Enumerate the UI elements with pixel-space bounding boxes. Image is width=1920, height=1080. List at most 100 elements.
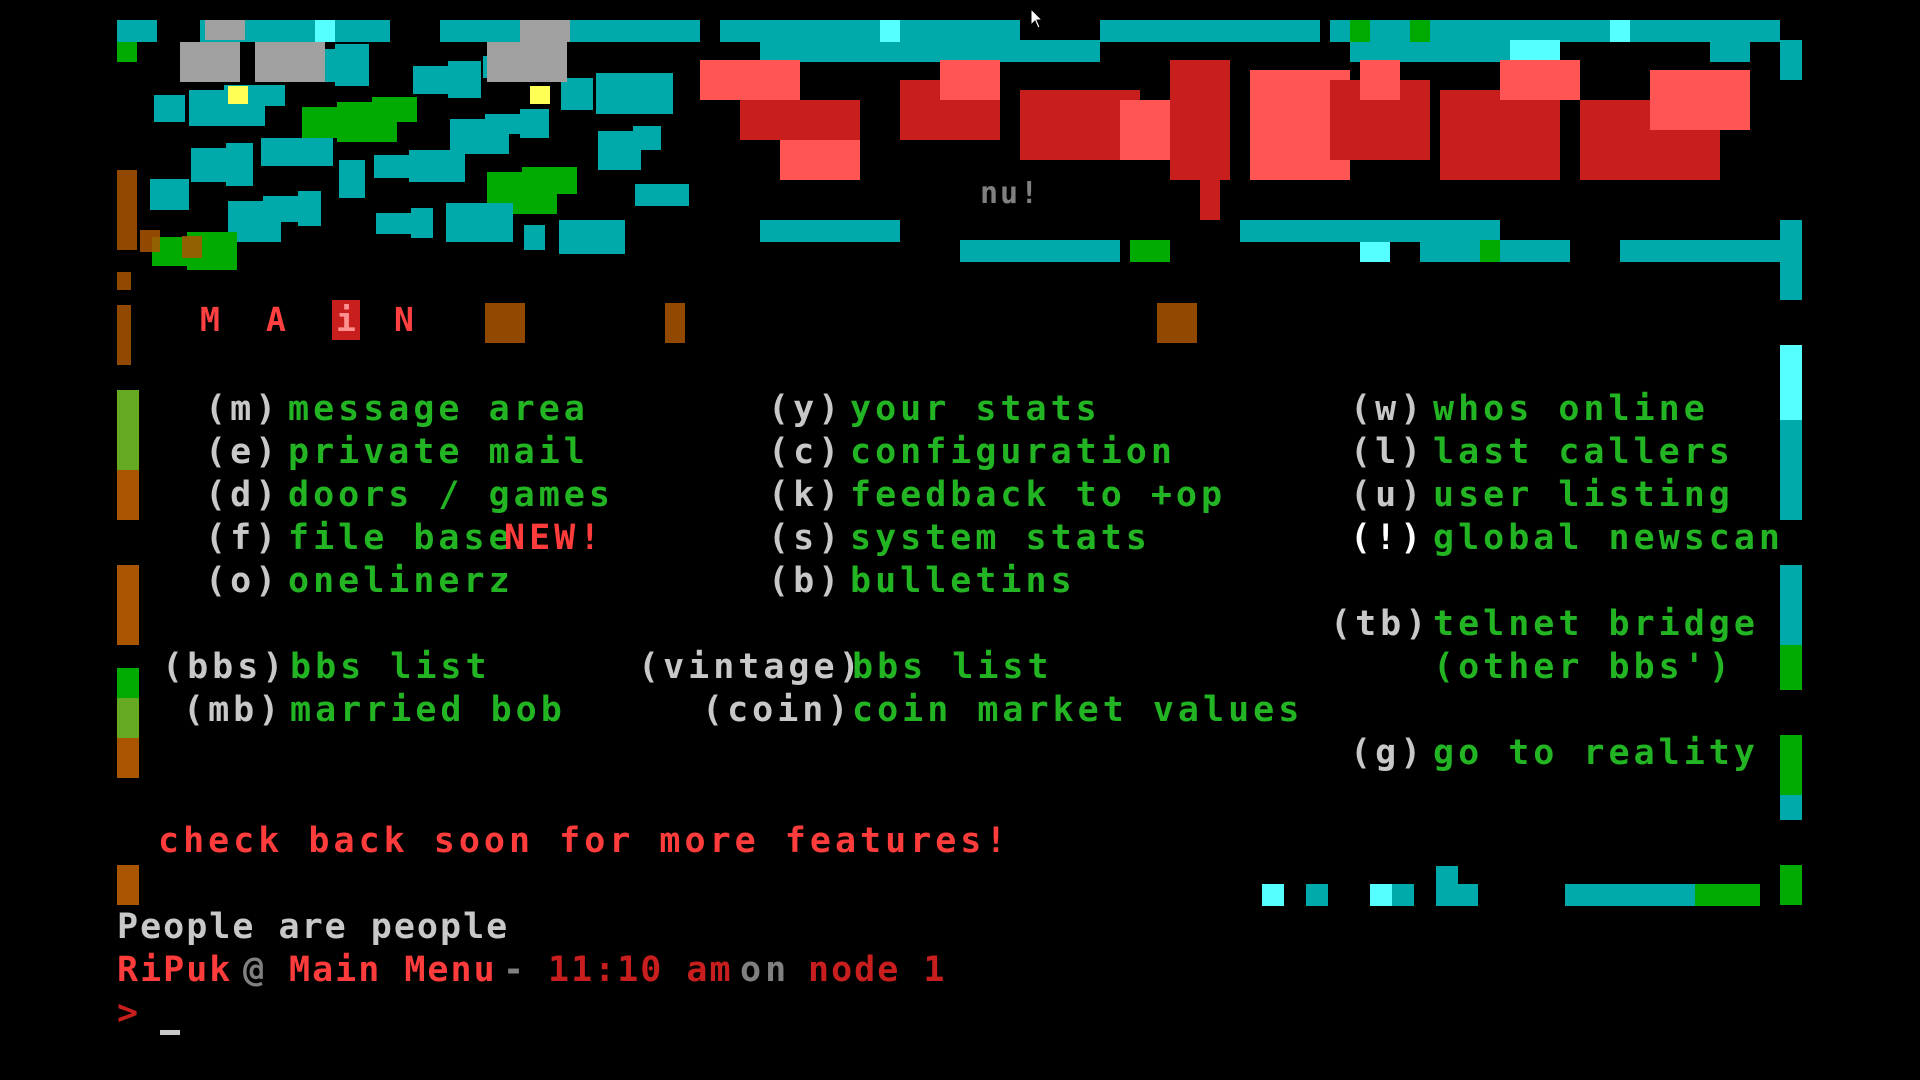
art-block — [1780, 795, 1802, 820]
art-block — [640, 20, 700, 42]
art-block — [1306, 884, 1328, 906]
art-block — [117, 565, 139, 645]
art-block — [1350, 20, 1370, 42]
art-block — [205, 20, 245, 40]
quote-line: People are people — [117, 907, 510, 947]
art-block — [1695, 884, 1760, 906]
art-block — [446, 203, 513, 242]
art-block — [180, 42, 240, 82]
art-block — [1456, 884, 1478, 906]
art-block — [524, 225, 545, 250]
art-block — [940, 60, 1000, 100]
art-block — [228, 86, 248, 104]
art-block — [1780, 565, 1802, 645]
art-block — [117, 42, 137, 62]
art-block — [1440, 90, 1560, 180]
art-block — [520, 109, 549, 138]
art-block — [559, 220, 625, 254]
art-block — [376, 213, 413, 234]
art-block — [1780, 345, 1802, 420]
art-block — [140, 230, 160, 252]
main-label-n: N — [394, 300, 414, 339]
art-block — [315, 20, 335, 42]
status-node: node 1 — [808, 950, 947, 990]
art-block — [780, 140, 860, 180]
art-block — [298, 191, 321, 226]
art-block — [117, 305, 131, 365]
art-block — [1510, 40, 1560, 62]
main-label-i: i — [332, 300, 360, 340]
art-block — [372, 97, 417, 122]
art-block — [150, 179, 189, 210]
art-block — [1100, 20, 1320, 42]
art-block — [154, 95, 185, 122]
art-block — [1780, 735, 1802, 795]
art-block — [226, 143, 253, 186]
art-block — [596, 73, 673, 114]
main-label-m: M — [200, 300, 220, 339]
art-block — [1780, 40, 1802, 80]
art-block — [1060, 240, 1120, 262]
art-block — [1650, 70, 1750, 130]
art-block — [520, 20, 570, 42]
art-block — [522, 167, 577, 194]
art-block — [117, 272, 131, 290]
art-block — [261, 138, 333, 166]
art-block — [740, 100, 860, 140]
art-tag: nu! — [980, 176, 1041, 211]
art-block — [1565, 884, 1695, 906]
status-location: Main Menu — [289, 950, 497, 990]
art-block — [409, 150, 465, 182]
text-cursor[interactable] — [160, 1030, 180, 1035]
art-block — [530, 86, 550, 104]
art-block — [760, 220, 900, 242]
art-block — [700, 60, 800, 100]
art-block — [1262, 884, 1284, 906]
status-time: 11:10 am — [548, 950, 733, 990]
telnet-bridge-sub: (other bbs') — [1433, 647, 1734, 687]
prompt-symbol: > — [117, 993, 143, 1033]
art-block — [448, 61, 481, 98]
art-block — [1780, 645, 1802, 690]
main-label-a: A — [266, 300, 286, 339]
art-block — [117, 738, 139, 778]
art-block — [1410, 20, 1430, 42]
art-block — [1392, 884, 1414, 906]
art-block — [263, 196, 301, 222]
art-block — [760, 40, 1100, 62]
status-dash: - — [503, 950, 529, 990]
art-block — [182, 236, 202, 258]
art-block — [117, 20, 157, 42]
art-block — [880, 20, 900, 42]
art-block — [1436, 866, 1458, 906]
art-block — [1130, 240, 1170, 262]
mouse-pointer-icon — [1030, 8, 1044, 29]
art-block — [1500, 60, 1580, 100]
art-block — [117, 390, 139, 470]
art-block — [411, 208, 433, 238]
art-block — [635, 184, 689, 206]
art-block — [335, 44, 369, 86]
art-block — [117, 470, 139, 520]
status-at: @ — [243, 950, 269, 990]
art-block — [1780, 220, 1802, 300]
art-block — [117, 170, 137, 250]
art-block — [1780, 865, 1802, 905]
status-user: RiPuk — [117, 950, 233, 990]
features-notice: check back soon for more features! — [158, 821, 1011, 861]
art-block — [1560, 20, 1780, 42]
art-block — [117, 668, 139, 698]
art-block — [117, 698, 139, 738]
new-badge: NEW! — [504, 518, 605, 558]
art-block — [487, 42, 567, 82]
terminal-screen: nu! M A i N (m) message area (e) private… — [0, 0, 1920, 1080]
art-block — [117, 865, 139, 905]
art-block — [1360, 240, 1390, 262]
art-block — [1610, 20, 1630, 42]
art-block — [1780, 420, 1802, 520]
art-block — [1157, 303, 1197, 343]
art-block — [1200, 160, 1220, 220]
art-block — [720, 20, 1020, 42]
status-on: on — [740, 950, 791, 990]
art-block — [1370, 884, 1392, 906]
